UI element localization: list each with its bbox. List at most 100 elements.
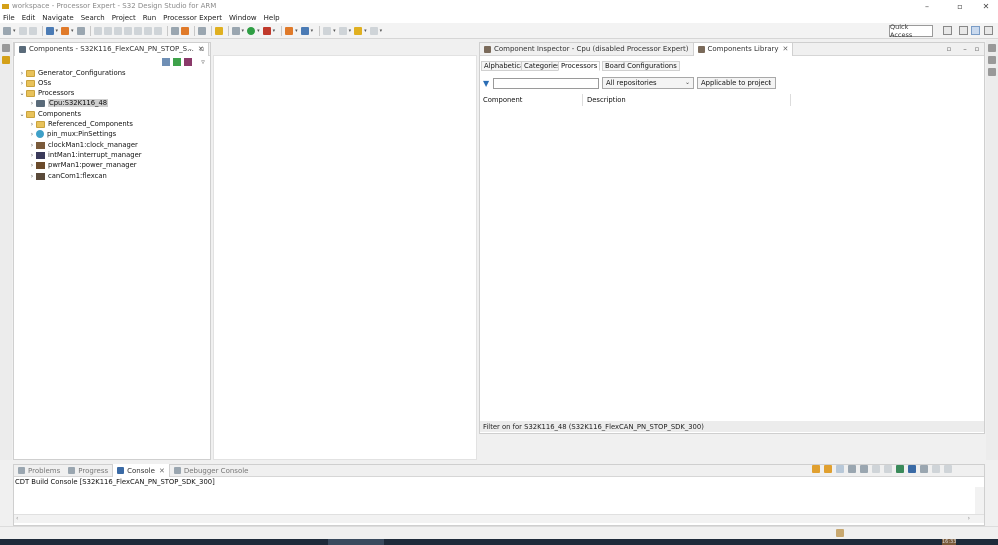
collapse-arrow-icon[interactable]: ⌄ bbox=[18, 111, 26, 118]
tree-item[interactable]: ⌄ Processors bbox=[18, 88, 74, 98]
pin-console-icon[interactable] bbox=[884, 465, 892, 473]
repository-select[interactable]: All repositories ⌄ bbox=[602, 77, 694, 89]
view-menu-icon[interactable]: ▿ bbox=[199, 58, 207, 66]
open-type-icon[interactable] bbox=[285, 26, 294, 35]
vertical-scrollbar[interactable] bbox=[975, 487, 984, 514]
scroll-right-icon[interactable]: › bbox=[968, 515, 970, 522]
open-view-icon[interactable]: ▫ bbox=[945, 45, 953, 53]
tree-item[interactable]: › intMan1:interrupt_manager bbox=[28, 150, 142, 160]
menu-window[interactable]: Window bbox=[229, 14, 257, 22]
subtab-board-configurations[interactable]: Board Configurations bbox=[602, 61, 680, 71]
new-console-icon[interactable] bbox=[920, 465, 928, 473]
tree-item[interactable]: › canCom1:flexcan bbox=[28, 171, 107, 181]
scroll-down-icon[interactable] bbox=[812, 465, 820, 473]
column-divider[interactable] bbox=[790, 94, 791, 106]
tree-item-selected[interactable]: › Cpu:S32K116_48 bbox=[28, 98, 109, 108]
word-wrap-icon[interactable] bbox=[848, 465, 856, 473]
forward-icon[interactable] bbox=[369, 26, 378, 35]
tab-components[interactable]: Components - S32K116_FlexCAN_PN_STOP_S..… bbox=[14, 42, 209, 56]
filter-components-icon[interactable] bbox=[184, 58, 192, 66]
close-icon[interactable]: ✕ bbox=[783, 45, 789, 53]
build-icon[interactable] bbox=[61, 26, 70, 35]
disconnect-icon[interactable] bbox=[123, 26, 132, 35]
expand-arrow-icon[interactable]: › bbox=[28, 100, 36, 107]
tab-debugger-console[interactable]: Debugger Console bbox=[170, 464, 253, 477]
refresh-icon[interactable] bbox=[197, 26, 206, 35]
subtab-processors[interactable]: Processors bbox=[558, 61, 601, 71]
expand-arrow-icon[interactable]: › bbox=[28, 131, 36, 138]
quick-access-field[interactable]: Quick Access bbox=[889, 23, 933, 39]
tab-components-library[interactable]: Components Library ✕ bbox=[692, 42, 794, 56]
tab-component-inspector[interactable]: Component Inspector - Cpu (disabled Proc… bbox=[480, 43, 693, 56]
expand-arrow-icon[interactable]: › bbox=[18, 70, 26, 77]
debug-icon[interactable] bbox=[231, 26, 240, 35]
components-library-min-icon[interactable] bbox=[988, 56, 996, 64]
copy-icon[interactable] bbox=[860, 465, 868, 473]
column-header-component[interactable]: Component bbox=[483, 96, 522, 104]
open-console-icon[interactable] bbox=[908, 465, 916, 473]
column-header-description[interactable]: Description bbox=[587, 96, 626, 104]
menu-project[interactable]: Project bbox=[112, 14, 136, 22]
new-icon[interactable] bbox=[3, 26, 11, 35]
search-tool-icon[interactable] bbox=[300, 26, 309, 35]
minimize-view-icon[interactable]: – bbox=[961, 45, 969, 53]
menu-file[interactable]: File bbox=[3, 14, 15, 22]
expand-arrow-icon[interactable]: › bbox=[28, 162, 36, 169]
taskbar-active-app[interactable] bbox=[328, 539, 384, 545]
inspector-min-icon[interactable] bbox=[988, 68, 996, 76]
tree-item[interactable]: › pwrMan1:power_manager bbox=[28, 160, 137, 170]
flash-icon[interactable] bbox=[214, 26, 223, 35]
tab-problems[interactable]: Problems bbox=[14, 464, 64, 477]
tab-console[interactable]: Console ✕ bbox=[112, 464, 170, 477]
previous-annotation-icon[interactable] bbox=[338, 26, 347, 35]
minimize-view-icon[interactable] bbox=[932, 465, 940, 473]
back-icon[interactable] bbox=[354, 26, 363, 35]
menu-help[interactable]: Help bbox=[264, 14, 280, 22]
debug-config-icon[interactable] bbox=[76, 26, 85, 35]
generate-code-icon[interactable] bbox=[180, 26, 189, 35]
open-perspective-icon[interactable] bbox=[943, 26, 952, 35]
c-cpp-perspective-icon[interactable] bbox=[959, 26, 968, 35]
processor-expert-icon[interactable] bbox=[170, 26, 179, 35]
external-tools-icon[interactable] bbox=[262, 26, 271, 35]
run-icon[interactable] bbox=[247, 26, 256, 35]
generate-icon[interactable] bbox=[173, 58, 181, 66]
expand-arrow-icon[interactable]: › bbox=[28, 152, 36, 159]
close-icon[interactable]: ✕ bbox=[159, 467, 165, 475]
maximize-button[interactable]: ▫ bbox=[948, 0, 972, 12]
restore-icon[interactable] bbox=[2, 44, 10, 52]
processor-expert-perspective-icon[interactable] bbox=[971, 26, 980, 35]
project-explorer-icon[interactable] bbox=[2, 56, 10, 64]
tree-item[interactable]: › pin_mux:PinSettings bbox=[28, 129, 116, 139]
build-settings-icon[interactable] bbox=[45, 26, 54, 35]
tab-progress[interactable]: Progress bbox=[64, 464, 112, 477]
scroll-lock-icon[interactable] bbox=[836, 465, 844, 473]
menu-edit[interactable]: Edit bbox=[22, 14, 36, 22]
menu-run[interactable]: Run bbox=[143, 14, 156, 22]
step-return-icon[interactable] bbox=[153, 26, 162, 35]
menu-navigate[interactable]: Navigate bbox=[42, 14, 73, 22]
step-over-icon[interactable] bbox=[143, 26, 152, 35]
maximize-view-icon[interactable]: ▫ bbox=[198, 45, 206, 53]
tree-item[interactable]: › OSs bbox=[18, 78, 51, 88]
clear-console-icon[interactable] bbox=[872, 465, 880, 473]
menu-search[interactable]: Search bbox=[81, 14, 105, 22]
collapse-all-icon[interactable] bbox=[162, 58, 170, 66]
step-into-icon[interactable] bbox=[133, 26, 142, 35]
save-all-icon[interactable] bbox=[28, 26, 37, 35]
next-annotation-icon[interactable] bbox=[323, 26, 332, 35]
expand-arrow-icon[interactable]: › bbox=[28, 121, 36, 128]
expand-arrow-icon[interactable]: › bbox=[28, 142, 36, 149]
filter-input[interactable] bbox=[493, 78, 599, 89]
close-button[interactable]: ✕ bbox=[974, 0, 998, 12]
horizontal-scrollbar[interactable]: ‹ › bbox=[14, 514, 984, 523]
menu-processor-expert[interactable]: Processor Expert bbox=[163, 14, 222, 22]
display-selected-console-icon[interactable] bbox=[896, 465, 904, 473]
tree-item[interactable]: › Referenced_Components bbox=[28, 119, 133, 129]
column-divider[interactable] bbox=[582, 94, 583, 106]
tree-item[interactable]: › Generator_Configurations bbox=[18, 68, 126, 78]
maximize-view-icon[interactable] bbox=[944, 465, 952, 473]
minimize-view-icon[interactable]: – bbox=[186, 45, 194, 53]
collapse-arrow-icon[interactable]: ⌄ bbox=[18, 90, 26, 97]
scroll-left-icon[interactable]: ‹ bbox=[16, 515, 18, 522]
